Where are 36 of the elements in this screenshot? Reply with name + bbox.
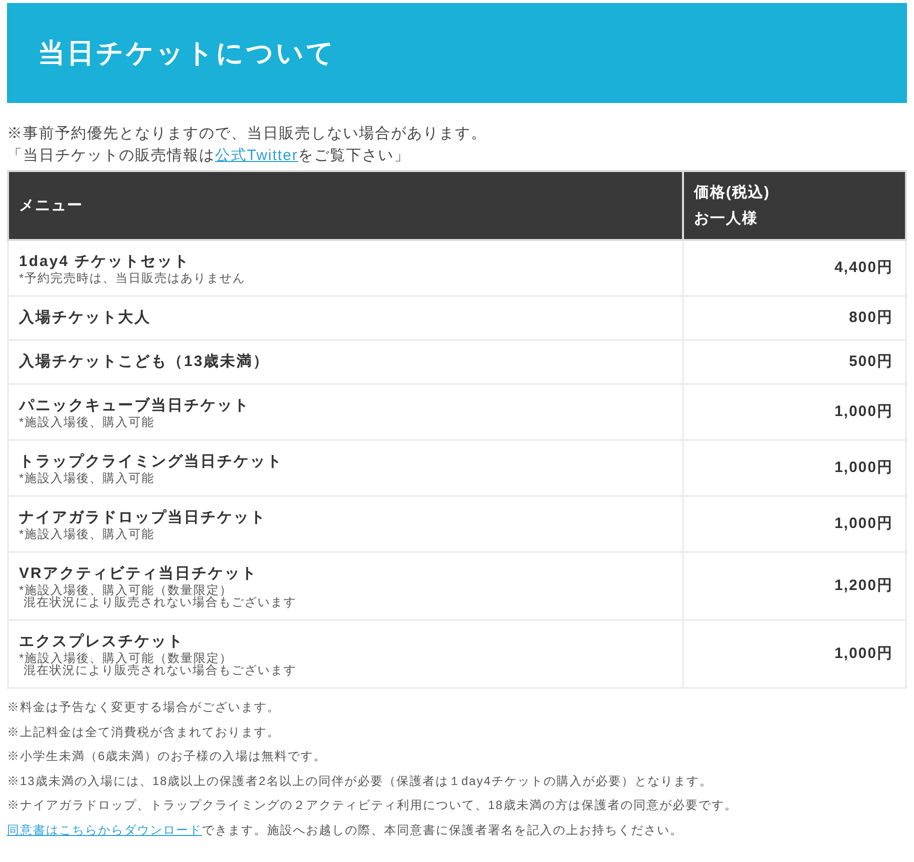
twitter-text: 「当日チケットの販売情報は公式Twitterをご覧下さい」 (7, 146, 412, 166)
ticket-name: 入場チケット大人 (19, 308, 152, 328)
ticket-note: *施設入場後、購入可能 (19, 472, 156, 484)
notice-text: ※事前予約優先となりますので、当日販売しない場合があります。 (7, 124, 488, 144)
price-cell: 1,000円 (683, 620, 906, 688)
ticket-note: *施設入場後、購入可能（数量限定） (19, 584, 234, 596)
price-cell: 1,200円 (683, 552, 906, 620)
ticket-name: ナイアガラドロップ当日チケット (19, 508, 268, 528)
price-cell: 1,000円 (683, 384, 906, 440)
ticket-name: エクスプレスチケット (19, 632, 185, 652)
consent-form-link[interactable]: 同意書はこちらからダウンロード (7, 822, 202, 836)
column-header: 価格(税込) お一人様 (683, 171, 906, 240)
footnote-text: ※小学生未満（6歳未満）のお子様の入場は無料です。 (7, 748, 328, 765)
ticket-name: パニックキューブ当日チケット (19, 396, 251, 416)
ticket-name: 1day4 チケットセット (19, 252, 192, 272)
ticket-note: *予約完売時は、当日販売はありません (19, 272, 247, 284)
price-cell: 500円 (683, 340, 906, 384)
footnote-text: ※上記料金は全て消費税が含まれております。 (7, 724, 281, 740)
price-cell: 4,400円 (683, 240, 906, 296)
column-header: メニュー (8, 171, 683, 240)
footnote-text: ※ナイアガラドロップ、トラップクライミングの２アクティビティ利用について、18歳未満の方は保護者の同意が必要です。 同意書はこちらからダウンロード できます。施設へお越しの際、本同意書に保護者署名を記入の上お持ちください。 (7, 797, 738, 838)
price-cell: 1,000円 (683, 440, 906, 496)
ticket-name: トラップクライミング当日チケット (19, 452, 284, 472)
ticket-name: 入場チケットこども（13歳未満） (19, 352, 271, 372)
price-cell: 800円 (683, 296, 906, 340)
page-title: 当日チケットについて (38, 36, 336, 70)
footnote-text: ※料金は予告なく変更する場合がございます。 (7, 699, 281, 716)
ticket-note: 混在状況により販売されない場合もございます (22, 596, 298, 608)
footnote-text: ※13歳未満の入場には、18歳以上の保護者2名以上の同伴が必要（保護者は１day4チケットの購入が必要）となります。 (7, 772, 714, 790)
price-cell: 1,000円 (683, 496, 906, 552)
ticket-note: *施設入場後、購入可能 (19, 528, 156, 540)
ticket-note: 混在状況により販売されない場合もございます (22, 664, 298, 676)
ticket-note: *施設入場後、購入可能（数量限定） (19, 652, 234, 664)
ticket-note: *施設入場後、購入可能 (19, 416, 156, 428)
twitter-link[interactable]: 公式Twitter (215, 147, 298, 164)
ticket-name: VRアクティビティ当日チケット (19, 564, 258, 584)
